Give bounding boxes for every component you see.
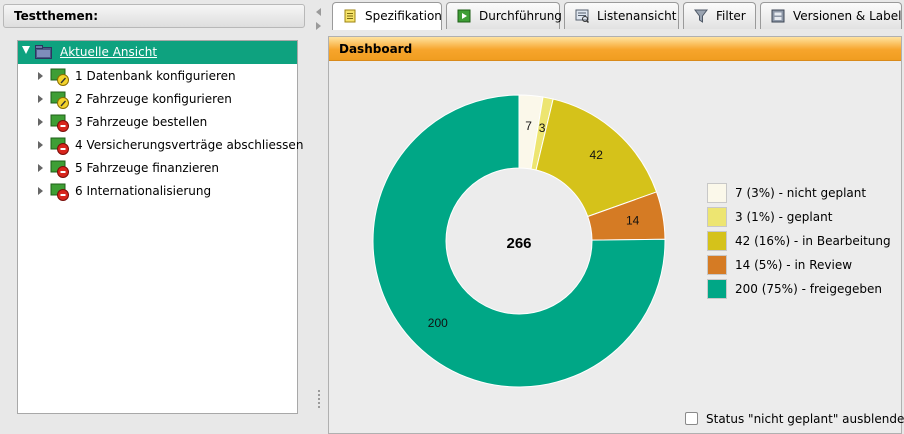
donut-slice-label: 200: [428, 316, 448, 330]
donut-slice-label: 7: [525, 119, 532, 133]
splitter-grip[interactable]: [318, 390, 320, 408]
tab-label: Spezifikation: [365, 9, 442, 23]
legend-label: 42 (16%) - in Bearbeitung: [735, 234, 891, 248]
expand-arrow-icon[interactable]: [38, 187, 43, 195]
tree-item-label: 3 Fahrzeuge bestellen: [75, 115, 208, 129]
hide-not-planned-toggle[interactable]: Status "nicht geplant" ausblenden: [685, 411, 904, 427]
hide-not-planned-label[interactable]: Status "nicht geplant" ausblenden: [706, 412, 904, 426]
panel-title: Testthemen:: [3, 4, 305, 28]
legend-label: 14 (5%) - in Review: [735, 258, 853, 272]
expand-arrow-icon[interactable]: [38, 164, 43, 172]
document-icon: [344, 9, 356, 23]
tree-item-label: 5 Fahrzeuge finanzieren: [75, 161, 220, 175]
tree-item[interactable]: 1 Datenbank konfigurieren: [18, 65, 297, 88]
stop-status-icon: [50, 160, 69, 178]
tree-item[interactable]: 5 Fahrzeuge finanzieren: [18, 157, 297, 180]
dashboard-title: Dashboard: [329, 37, 901, 61]
tab-label: Listenansicht: [597, 9, 677, 23]
legend-swatch: [707, 231, 727, 251]
tree-item[interactable]: 4 Versicherungsverträge abschliessen: [18, 134, 303, 157]
chart-total-label: 266: [506, 235, 531, 252]
tree-item-label: 6 Internationalisierung: [75, 184, 212, 198]
dashboard-panel: Dashboard 7 3 42 14 200 266 7 (3%) - nicht g…: [328, 36, 904, 434]
legend-label: 7 (3%) - nicht geplant: [735, 186, 867, 200]
stop-status-icon: [50, 183, 69, 201]
legend-swatch: [707, 255, 727, 275]
expand-arrow-icon[interactable]: [38, 141, 43, 149]
tree-item-label: 4 Versicherungsverträge abschliessen: [75, 138, 304, 152]
list-view-icon: [575, 9, 589, 23]
legend-swatch: [707, 279, 727, 299]
funnel-icon: [694, 9, 708, 23]
expand-arrow-icon[interactable]: [38, 72, 43, 80]
legend-label: 3 (1%) - geplant: [735, 210, 833, 224]
donut-slice-label: 3: [539, 121, 546, 135]
expand-right-icon[interactable]: [316, 22, 321, 30]
tree-item[interactable]: 3 Fahrzeuge bestellen: [18, 111, 297, 134]
tree-root-current-view[interactable]: Aktuelle Ansicht: [18, 41, 297, 64]
tab-label: Versionen & Label: [793, 9, 902, 23]
collapse-left-icon[interactable]: [316, 8, 321, 16]
tree-item[interactable]: 2 Fahrzeuge konfigurieren: [18, 88, 297, 111]
donut-slice-label: 14: [626, 214, 640, 228]
expand-arrow-icon[interactable]: [38, 95, 43, 103]
stop-status-icon: [50, 137, 69, 155]
tab-versionen-label[interactable]: Versionen & Label: [760, 2, 902, 29]
tab-filter[interactable]: Filter: [683, 2, 756, 29]
tab-listenansicht[interactable]: Listenansicht: [564, 2, 679, 29]
legend-swatch: [707, 183, 727, 203]
hide-not-planned-checkbox[interactable]: [685, 412, 698, 425]
expand-arrow-icon[interactable]: [38, 118, 43, 126]
panel-splitter[interactable]: [308, 0, 324, 434]
play-icon: [457, 9, 471, 23]
tab-durchfuehrung[interactable]: Durchführung: [446, 2, 562, 29]
tree-item-label: 2 Fahrzeuge konfigurieren: [75, 92, 232, 106]
stop-status-icon: [50, 114, 69, 132]
versions-icon: [771, 9, 785, 23]
tab-spezifikation[interactable]: Spezifikation: [332, 2, 442, 30]
tab-bar: Spezifikation Durchführung Listenansicht: [328, 0, 904, 30]
legend-label: 200 (75%) - freigegeben: [735, 282, 882, 296]
legend-swatch: [707, 207, 727, 227]
tab-label: Filter: [716, 9, 746, 23]
tree-item[interactable]: 6 Internationalisierung: [18, 180, 297, 203]
tree-root-label[interactable]: Aktuelle Ansicht: [60, 45, 157, 59]
test-topics-panel: Testthemen: Aktuelle Ansicht 1 Datenbank…: [0, 0, 308, 434]
topic-tree[interactable]: Aktuelle Ansicht 1 Datenbank konfigurier…: [17, 40, 303, 414]
collapse-arrow-icon[interactable]: [22, 46, 30, 54]
donut-slice-label: 42: [590, 148, 604, 162]
folder-icon: [35, 45, 52, 59]
tab-label: Durchführung: [479, 9, 562, 23]
pencil-status-icon: [50, 91, 69, 109]
tree-item-label: 1 Datenbank konfigurieren: [75, 69, 236, 83]
pencil-status-icon: [50, 68, 69, 86]
